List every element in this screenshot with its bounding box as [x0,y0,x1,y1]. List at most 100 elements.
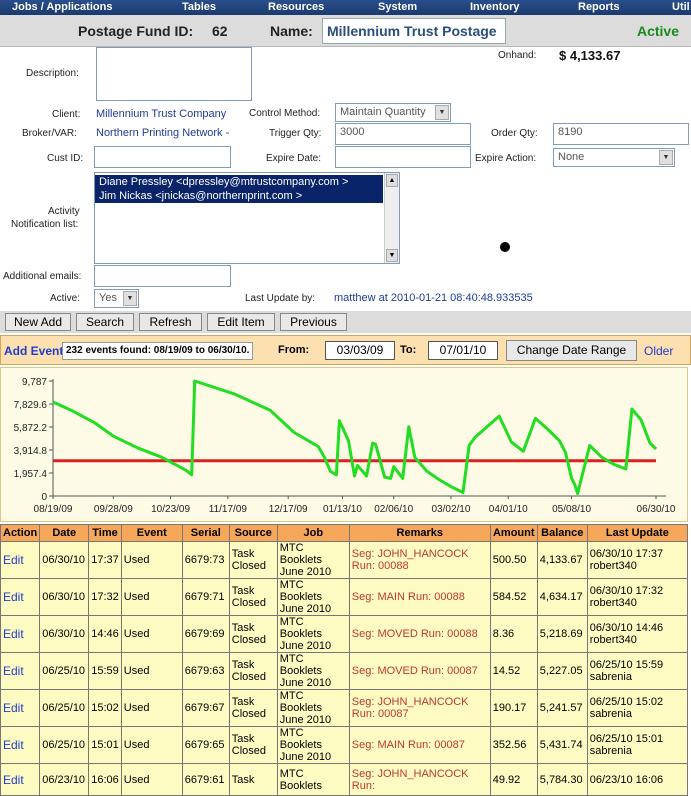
x-tick-label: 09/28/09 [94,504,133,515]
search-button[interactable]: Search [76,313,134,331]
list-item[interactable]: Diane Pressley <dpressley@mtrustcompany.… [95,175,383,189]
expire-date-field[interactable] [335,146,471,168]
from-label: From: [278,344,310,356]
row-last-update: 06/23/10 16:06 [586,763,689,796]
row-balance: 4,133.67 [536,541,588,579]
chevron-down-icon: ▼ [659,150,673,165]
y-tick-label: 1,957.4 [14,469,48,480]
expire-action-select[interactable]: None ▼ [553,148,675,167]
row-time: 15:02 [88,689,122,727]
row-remarks: Seg: MOVED Run: 00088 [348,615,491,653]
events-count: 232 events found: 08/19/09 to 06/30/10. [62,342,254,360]
trigger-qty-field[interactable]: 3000 [335,123,471,145]
menu-tables[interactable]: Tables [182,1,216,13]
broker-label: Broker/VAR: [22,128,77,139]
edit-link[interactable]: Edit [0,763,41,796]
row-job: MTC Booklets June 2010 [276,578,350,616]
row-time: 15:59 [88,652,122,690]
new-add-button[interactable]: New Add [5,313,71,331]
menu-resources[interactable]: Resources [268,1,324,13]
add-event-link[interactable]: Add Event [4,344,63,358]
row-date: 06/23/10 [39,763,90,796]
refresh-button[interactable]: Refresh [139,313,202,331]
x-tick-label: 02/06/10 [374,504,413,515]
active-select[interactable]: Yes ▼ [94,289,139,308]
from-date-field[interactable]: 03/03/09 [325,341,395,360]
row-event: Used [120,615,183,653]
broker-value: Northern Printing Network - [96,127,230,139]
row-job: MTC Booklets June 2010 [276,615,350,653]
table-row: Edit 06/25/10 15:59 Used 6679:63 Task Closed M… [0,652,689,690]
client-label: Client: [52,109,81,120]
activity-notification-list[interactable]: Diane Pressley <dpressley@mtrustcompany.… [94,172,400,264]
col-serial: Serial [181,524,230,542]
menu-util[interactable]: Util [672,1,690,13]
col-source: Source [228,524,278,542]
control-method-select[interactable]: Maintain Quantity ▼ [335,103,451,122]
table-row: Edit 06/25/10 15:01 Used 6679:65 Task Closed M… [0,726,689,764]
cust-id-field[interactable] [94,146,231,168]
scroll-down-icon[interactable]: ▼ [386,249,398,262]
menu-system[interactable]: System [378,1,417,13]
list-item[interactable]: Jim Nickas <jnickas@northernprint.com > [95,189,383,203]
change-date-range-button[interactable]: Change Date Range [506,340,637,361]
cust-id-label: Cust ID: [47,153,84,164]
row-event: Used [120,578,183,616]
row-job: MTC Booklets June 2010 [276,726,350,764]
menu-reports[interactable]: Reports [578,1,620,13]
control-method-label: Control Method: [249,108,321,119]
fund-header: Postage Fund ID: 62 Name: Millennium Tru… [0,15,691,47]
col-action: Action [0,524,41,542]
table-header-row: Action Date Time Event Serial Source Job… [0,524,689,542]
edit-link[interactable]: Edit [0,652,41,690]
row-remarks: Seg: MAIN Run: 00087 [348,726,491,764]
order-qty-label: Order Qty: [491,128,538,139]
edit-link[interactable]: Edit [0,541,41,579]
description-field[interactable] [96,47,252,101]
edit-link[interactable]: Edit [0,578,41,616]
col-job: Job [276,524,350,542]
edit-link[interactable]: Edit [0,615,41,653]
row-amount: 8.36 [489,615,538,653]
trigger-qty-label: Trigger Qty: [269,128,322,139]
x-tick-label: 10/23/09 [151,504,190,515]
activity-label-2: Notification list: [11,219,79,230]
row-event: Used [120,541,183,579]
menu-jobs-applications[interactable]: Jobs / Applications [12,1,112,13]
y-tick-label: 7,829.6 [14,400,48,411]
order-qty-field[interactable]: 8190 [553,123,689,145]
row-amount: 190.17 [489,689,538,727]
older-link[interactable]: Older [644,344,673,358]
edit-link[interactable]: Edit [0,689,41,727]
control-method-value: Maintain Quantity [340,106,426,118]
row-balance: 5,784.30 [536,763,588,796]
col-last-update: Last Update [586,524,689,542]
row-amount: 352.56 [489,726,538,764]
edit-item-button[interactable]: Edit Item [207,313,275,331]
scroll-up-icon[interactable]: ▲ [386,174,398,187]
row-time: 16:06 [88,763,122,796]
last-update-label: Last Update by: [245,293,316,304]
to-date-field[interactable]: 07/01/10 [428,341,498,360]
row-last-update: 06/25/10 15:59 sabrenia [586,652,689,690]
previous-button[interactable]: Previous [280,313,347,331]
row-last-update: 06/30/10 14:46 robert340 [586,615,689,653]
list-scrollbar[interactable]: ▲ ▼ [384,173,399,263]
row-last-update: 06/25/10 15:01 sabrenia [586,726,689,764]
last-update-value: matthew at 2010-01-21 08:40:48.933535 [334,292,533,304]
row-remarks: Seg: MOVED Run: 00087 [348,652,491,690]
row-balance: 5,241.57 [536,689,588,727]
row-time: 15:01 [88,726,122,764]
x-tick-label: 12/17/09 [269,504,308,515]
additional-emails-field[interactable] [94,265,231,287]
to-label: To: [400,344,417,356]
chevron-down-icon: ▼ [123,291,137,306]
table-row: Edit 06/30/10 17:37 Used 6679:73 Task Closed M… [0,541,689,579]
row-balance: 5,227.05 [536,652,588,690]
table-row: Edit 06/25/10 15:02 Used 6679:67 Task Closed M… [0,689,689,727]
menu-inventory[interactable]: Inventory [470,1,520,13]
x-tick-label: 06/30/10 [637,504,676,515]
edit-link[interactable]: Edit [0,726,41,764]
name-field[interactable]: Millennium Trust Postage [322,18,506,44]
row-amount: 49.92 [489,763,538,796]
